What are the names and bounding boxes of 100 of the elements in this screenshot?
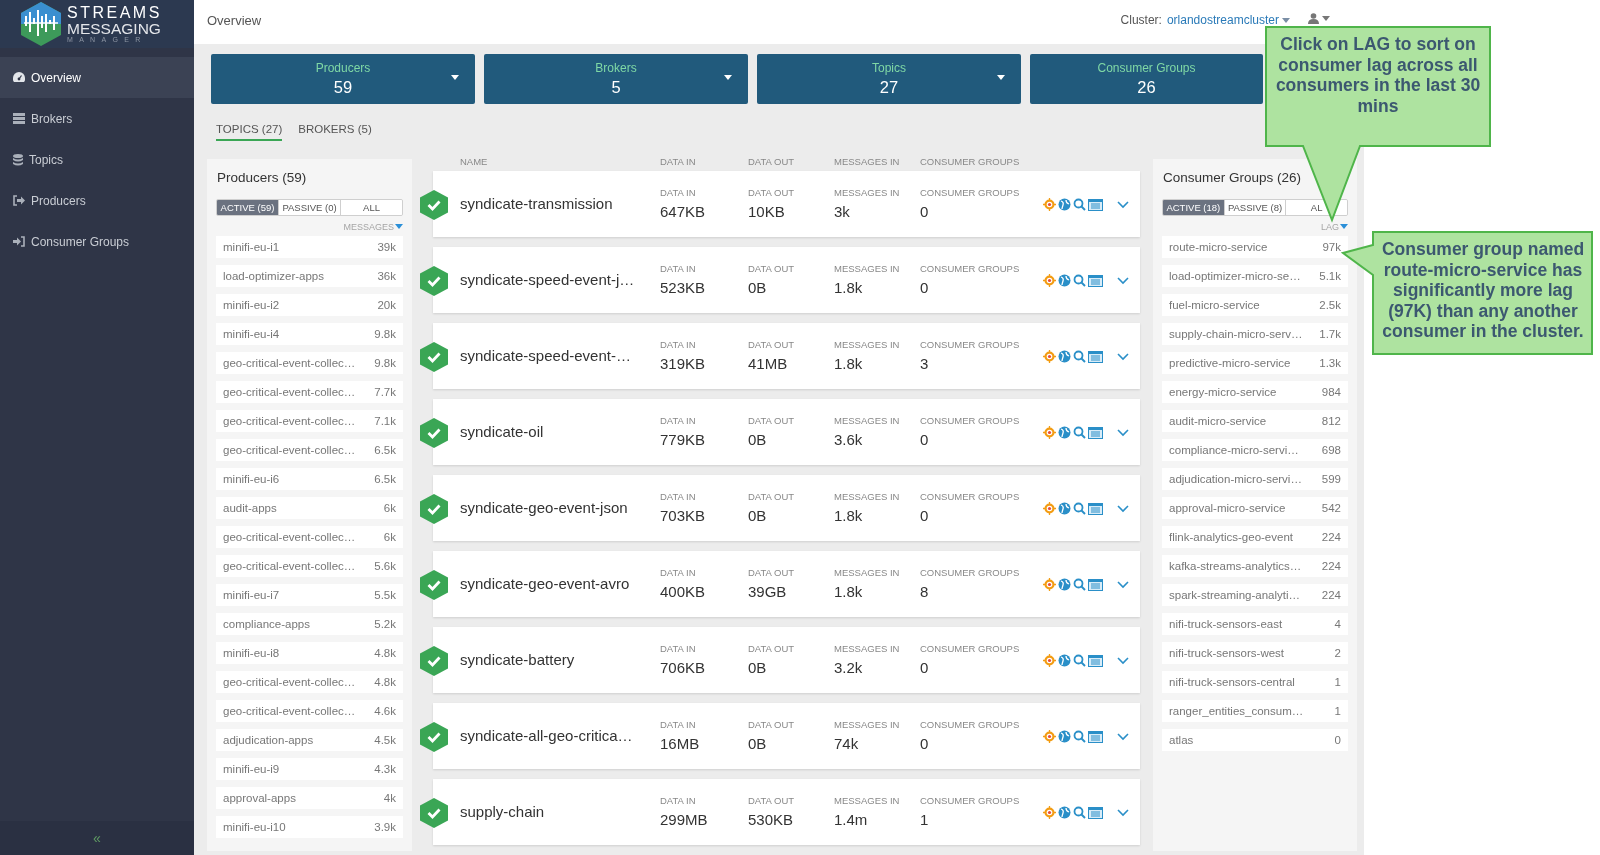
list-item[interactable]: load-optimizer-micro-se… 5.1k (1162, 265, 1348, 287)
topic-name[interactable]: syndicate-oil (460, 423, 660, 440)
search-icon[interactable] (1073, 578, 1086, 591)
filter-button[interactable]: PASSIVE (8) (1223, 200, 1286, 215)
topic-card[interactable]: syndicate-battery DATA IN 706KB DATA OUT 0B MESSAGES IN 3.2k CONSUMER GROUPS 0 (433, 627, 1140, 693)
sidebar-item[interactable]: Overview (0, 57, 194, 98)
cluster-dropdown[interactable]: orlandostreamcluster (1166, 13, 1290, 27)
globe-icon[interactable] (1058, 578, 1071, 591)
list-item[interactable]: ranger_entities_consum… 1 (1162, 700, 1348, 722)
collapse-button[interactable]: « (93, 830, 101, 846)
filter-button[interactable]: ACTIVE (18) (1163, 200, 1224, 215)
list-item[interactable]: route-micro-service 97k (1162, 236, 1348, 258)
user-menu[interactable] (1308, 13, 1330, 24)
table-icon[interactable] (1088, 198, 1103, 211)
chevron-down-icon[interactable] (1117, 809, 1129, 817)
topic-card[interactable]: syndicate-transmission DATA IN 647KB DATA OUT 10KB MESSAGES IN 3k CONSUMER GROUPS 0 (433, 171, 1140, 237)
search-icon[interactable] (1073, 654, 1086, 667)
chevron-down-icon[interactable] (1117, 657, 1129, 665)
sidebar-item[interactable]: Brokers (0, 98, 194, 139)
topic-name[interactable]: syndicate-transmission (460, 195, 660, 212)
summary-card[interactable]: Consumer Groups 26 (1030, 54, 1263, 104)
topic-card[interactable]: syndicate-oil DATA IN 779KB DATA OUT 0B MESSAGES IN 3.6k CONSUMER GROUPS 0 (433, 399, 1140, 465)
search-icon[interactable] (1073, 350, 1086, 363)
table-icon[interactable] (1088, 806, 1103, 819)
list-item[interactable]: audit-apps 6k (216, 497, 403, 519)
list-item[interactable]: minifi-eu-i2 20k (216, 294, 403, 316)
search-icon[interactable] (1073, 806, 1086, 819)
list-item[interactable]: spark-streaming-analyti… 224 (1162, 584, 1348, 606)
topic-name[interactable]: supply-chain (460, 803, 660, 820)
chevron-down-icon[interactable] (1117, 581, 1129, 589)
list-item[interactable]: load-optimizer-apps 36k (216, 265, 403, 287)
chevron-down-icon[interactable] (1117, 353, 1129, 361)
caret-icon[interactable] (997, 75, 1005, 80)
list-item[interactable]: kafka-streams-analytics… 224 (1162, 555, 1348, 577)
search-icon[interactable] (1073, 502, 1086, 515)
list-item[interactable]: compliance-apps 5.2k (216, 613, 403, 635)
chevron-down-icon[interactable] (1117, 277, 1129, 285)
chevron-down-icon[interactable] (1117, 201, 1129, 209)
filter-button[interactable]: PASSIVE (0) (278, 200, 340, 215)
filter-button[interactable]: ACTIVE (59) (217, 200, 278, 215)
sidebar-item[interactable]: Producers (0, 180, 194, 221)
caret-icon[interactable] (451, 75, 459, 80)
summary-card[interactable]: Topics 27 (757, 54, 1021, 104)
topic-card[interactable]: supply-chain DATA IN 299MB DATA OUT 530KB MESSAGES IN 1.4m CONSUMER GROUPS 1 (433, 779, 1140, 845)
list-item[interactable]: compliance-micro-servi… 698 (1162, 439, 1348, 461)
list-item[interactable]: adjudication-micro-servi… 599 (1162, 468, 1348, 490)
list-item[interactable]: fuel-micro-service 2.5k (1162, 294, 1348, 316)
tab[interactable]: BROKERS (5) (298, 123, 372, 141)
topic-name[interactable]: syndicate-all-geo-critica… (460, 727, 660, 744)
summary-card[interactable]: Producers 59 (211, 54, 475, 104)
list-item[interactable]: minifi-eu-i9 4.3k (216, 758, 403, 780)
list-item[interactable]: approval-apps 4k (216, 787, 403, 809)
list-item[interactable]: atlas 0 (1162, 729, 1348, 751)
list-item[interactable]: minifi-eu-i1 39k (216, 236, 403, 258)
chevron-down-icon[interactable] (1117, 505, 1129, 513)
list-item[interactable]: geo-critical-event-collec… 9.8k (216, 352, 403, 374)
list-item[interactable]: geo-critical-event-collec… 7.7k (216, 381, 403, 403)
table-icon[interactable] (1088, 350, 1103, 363)
table-icon[interactable] (1088, 502, 1103, 515)
list-item[interactable]: geo-critical-event-collec… 4.6k (216, 700, 403, 722)
chevron-down-icon[interactable] (1117, 733, 1129, 741)
topic-name[interactable]: syndicate-battery (460, 651, 660, 668)
caret-icon[interactable] (724, 75, 732, 80)
sidebar-item[interactable]: Topics (0, 139, 194, 180)
list-item[interactable]: predictive-micro-service 1.3k (1162, 352, 1348, 374)
topic-card[interactable]: syndicate-geo-event-avro DATA IN 400KB DATA OUT 39GB MESSAGES IN 1.8k CONSUMER GROUPS 8 (433, 551, 1140, 617)
list-item[interactable]: audit-micro-service 812 (1162, 410, 1348, 432)
list-item[interactable]: minifi-eu-i4 9.8k (216, 323, 403, 345)
topic-card[interactable]: syndicate-speed-event-j… DATA IN 523KB DATA OUT 0B MESSAGES IN 1.8k CONSUMER GROUPS 0 (433, 247, 1140, 313)
topic-name[interactable]: syndicate-geo-event-avro (460, 575, 660, 592)
globe-icon[interactable] (1058, 350, 1071, 363)
list-item[interactable]: geo-critical-event-collec… 5.6k (216, 555, 403, 577)
globe-icon[interactable] (1058, 198, 1071, 211)
table-icon[interactable] (1088, 730, 1103, 743)
list-item[interactable]: geo-critical-event-collec… 6k (216, 526, 403, 548)
search-icon[interactable] (1073, 426, 1086, 439)
topic-name[interactable]: syndicate-geo-event-json (460, 499, 660, 516)
list-item[interactable]: nifi-truck-sensors-central 1 (1162, 671, 1348, 693)
topic-card[interactable]: syndicate-all-geo-critica… DATA IN 16MB DATA OUT 0B MESSAGES IN 74k CONSUMER GROUPS 0 (433, 703, 1140, 769)
list-item[interactable]: minifi-eu-i7 5.5k (216, 584, 403, 606)
list-item[interactable]: nifi-truck-sensors-west 2 (1162, 642, 1348, 664)
table-icon[interactable] (1088, 654, 1103, 667)
tab[interactable]: TOPICS (27) (216, 123, 283, 141)
list-item[interactable]: geo-critical-event-collec… 7.1k (216, 410, 403, 432)
list-item[interactable]: geo-critical-event-collec… 6.5k (216, 439, 403, 461)
list-item[interactable]: minifi-eu-i8 4.8k (216, 642, 403, 664)
table-icon[interactable] (1088, 274, 1103, 287)
sidebar-item[interactable]: Consumer Groups (0, 221, 194, 262)
list-item[interactable]: adjudication-apps 4.5k (216, 729, 403, 751)
topic-card[interactable]: syndicate-geo-event-json DATA IN 703KB DATA OUT 0B MESSAGES IN 1.8k CONSUMER GROUPS 0 (433, 475, 1140, 541)
table-icon[interactable] (1088, 578, 1103, 591)
list-item[interactable]: minifi-eu-i6 6.5k (216, 468, 403, 490)
table-icon[interactable] (1088, 426, 1103, 439)
chevron-down-icon[interactable] (1117, 429, 1129, 437)
filter-button[interactable]: ALL (340, 200, 402, 215)
topic-name[interactable]: syndicate-speed-event-j… (460, 271, 660, 288)
list-item[interactable]: nifi-truck-sensors-east 4 (1162, 613, 1348, 635)
list-item[interactable]: energy-micro-service 984 (1162, 381, 1348, 403)
list-item[interactable]: supply-chain-micro-serv… 1.7k (1162, 323, 1348, 345)
list-item[interactable]: flink-analytics-geo-event 224 (1162, 526, 1348, 548)
